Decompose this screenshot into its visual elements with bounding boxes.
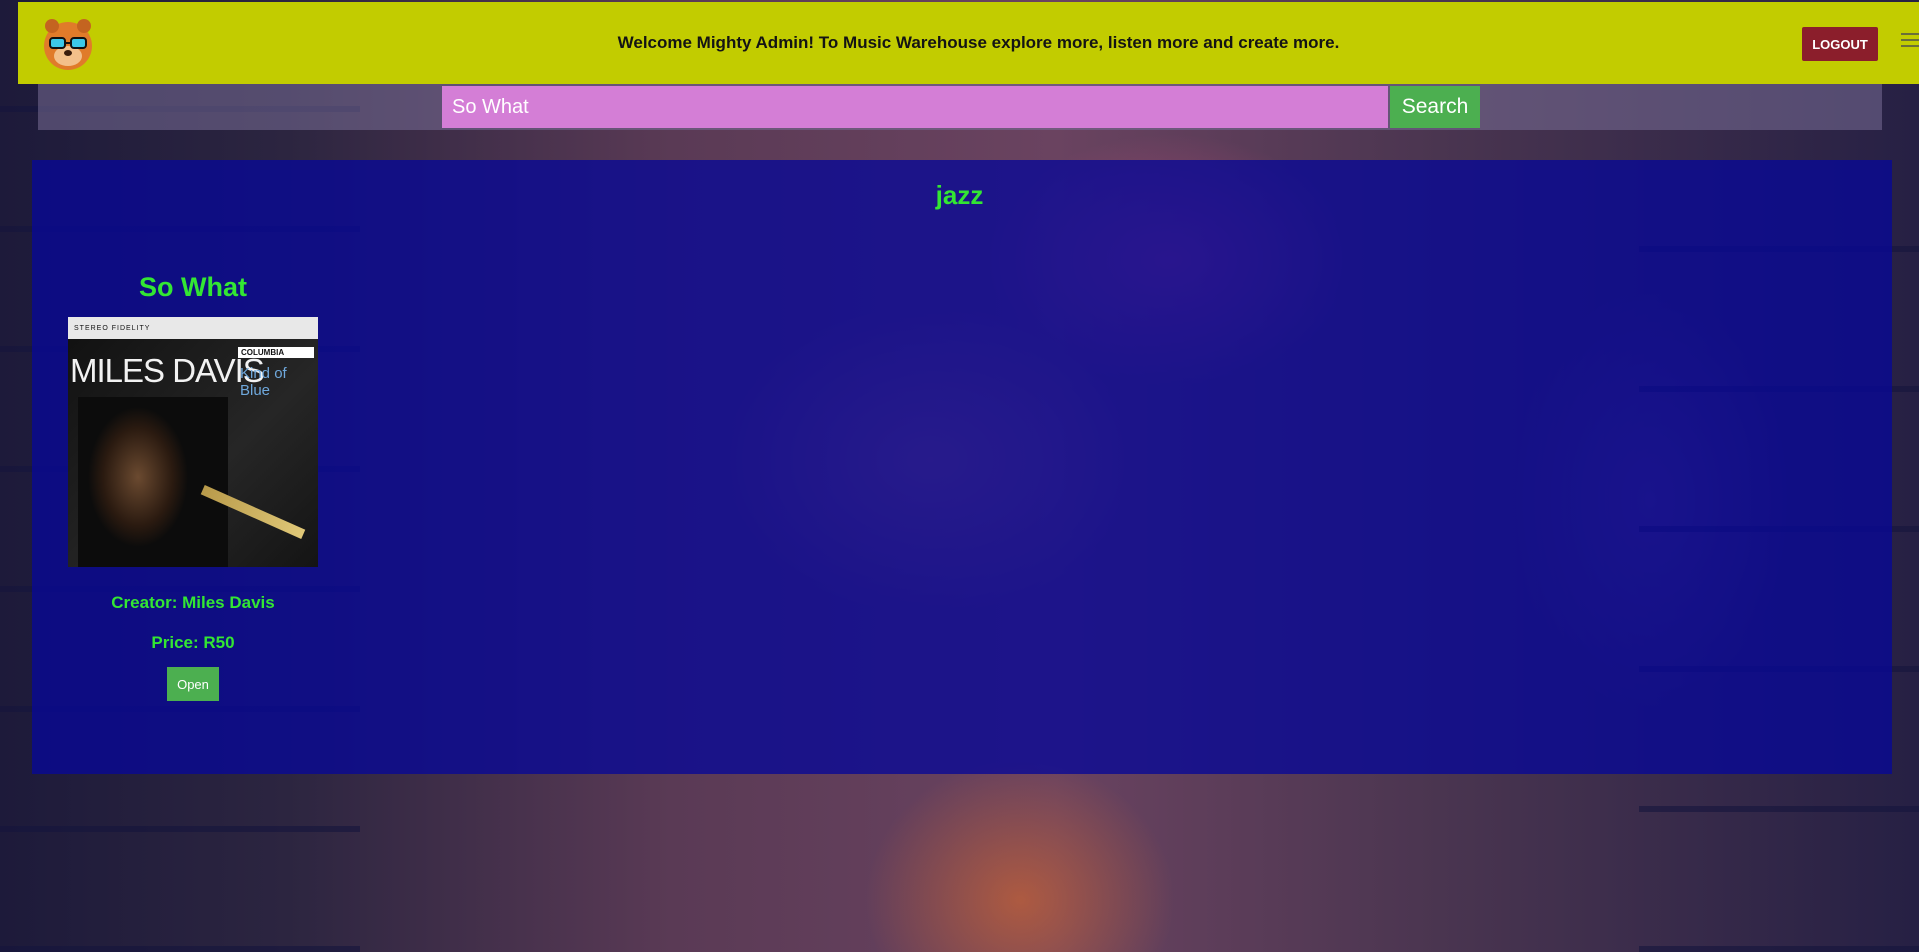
cover-photo-figure <box>78 397 228 567</box>
song-creator: Creator: Miles Davis <box>111 593 275 612</box>
cover-label-text: COLUMBIA <box>238 347 314 358</box>
cover-artist-text: MILES DAVIS <box>70 352 265 389</box>
album-cover-image: STEREO FIDELITY MILES DAVIS COLUMBIA Kin… <box>68 317 318 567</box>
category-heading: jazz <box>935 180 984 210</box>
welcome-message: Welcome Mighty Admin! To Music Warehouse… <box>617 33 1340 52</box>
top-header: Welcome Mighty Admin! To Music Warehouse… <box>18 2 1919 84</box>
cover-album-text: Kind of Blue <box>240 365 287 399</box>
song-title: So What <box>139 272 247 302</box>
hamburger-menu-icon[interactable] <box>1901 33 1919 49</box>
cover-top-banner: STEREO FIDELITY <box>68 317 318 339</box>
logout-button[interactable]: LOGOUT <box>1802 27 1878 61</box>
search-input[interactable] <box>442 86 1388 128</box>
search-button[interactable]: Search <box>1390 86 1480 128</box>
song-price: Price: R50 <box>151 633 235 652</box>
open-song-button[interactable]: Open <box>167 667 219 701</box>
song-card: So What STEREO FIDELITY MILES DAVIS COLU… <box>68 268 318 701</box>
